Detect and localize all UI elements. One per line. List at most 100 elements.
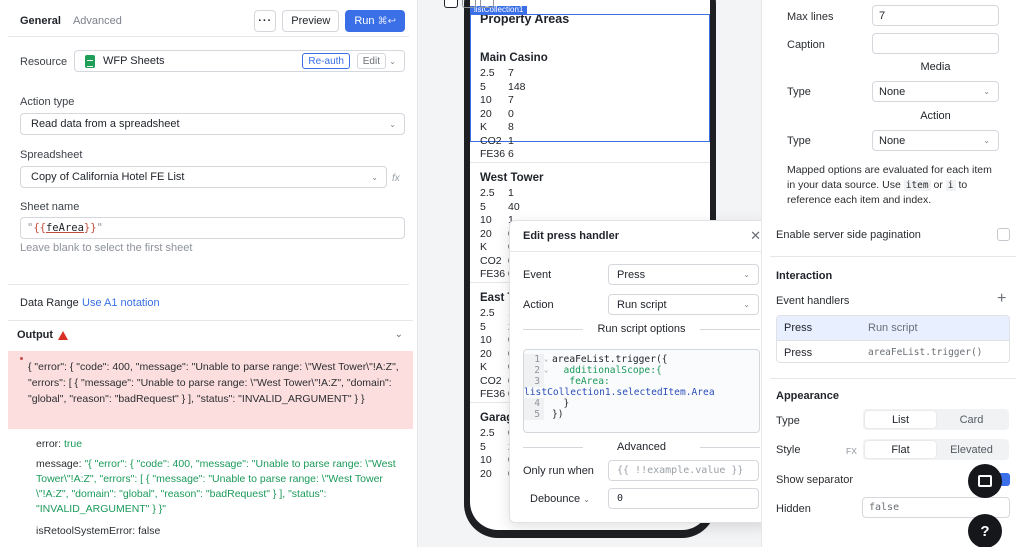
code-line: 4 } <box>524 398 759 409</box>
media-type-select[interactable]: None ⌄ <box>872 81 999 102</box>
tab-general[interactable]: General <box>20 15 61 27</box>
tablet-icon[interactable] <box>462 0 476 8</box>
show-separator-label: Show separator <box>776 474 854 486</box>
output-key: isRetoolSystemError: <box>36 525 136 537</box>
code-line: listCollection1.selectedItem.Area <box>524 387 715 398</box>
action-type-value: None <box>879 134 906 147</box>
output-row-message: message: "{ "error": { "code": 400, "mes… <box>36 457 406 517</box>
a1-notation-link[interactable]: Use A1 notation <box>82 297 160 309</box>
sheet-name-label: Sheet name <box>20 201 80 213</box>
output-key: message: <box>36 458 82 470</box>
hidden-label: Hidden <box>776 503 811 515</box>
mobile-icon[interactable] <box>444 0 458 8</box>
editor-tabs: General Advanced <box>20 15 122 27</box>
output-value: false <box>138 525 161 537</box>
output-key: error: <box>36 438 62 450</box>
spreadsheet-select[interactable]: Copy of California Hotel FE List ⌄ <box>20 166 387 188</box>
interaction-heading: Interaction <box>776 270 833 282</box>
only-run-input[interactable]: {{ !!example.value }} <box>608 460 759 481</box>
type-card-option[interactable]: Card <box>936 411 1007 428</box>
resource-select[interactable]: WFP Sheets Re-auth Edit ⌄ <box>74 50 405 72</box>
debounce-label[interactable]: Debounce ⌄ <box>530 493 590 505</box>
event-handlers-label: Event handlers <box>776 295 850 307</box>
spreadsheet-value: Copy of California Hotel FE List <box>31 171 185 183</box>
braces-close: }} <box>83 222 97 234</box>
event-handler-row[interactable]: Press areaFeList.trigger() <box>777 340 1009 362</box>
style-flat-option[interactable]: Flat <box>865 441 936 458</box>
event-value: Press <box>617 268 646 281</box>
chevron-down-icon: ⌄ <box>983 136 990 145</box>
edit-press-handler-modal: Edit press handler ✕ Event Press ⌄ Actio… <box>509 220 772 523</box>
appearance-heading: Appearance <box>776 390 839 402</box>
action-type-label: Type <box>787 135 811 147</box>
error-box: { "error": { "code": 400, "message": "Un… <box>8 351 413 429</box>
code-line: 1 ⌄ areaFeList.trigger({ <box>524 354 759 365</box>
bullet-icon <box>20 357 23 360</box>
script-options-heading: Run script options <box>523 323 760 335</box>
code-line: 5}) <box>524 409 759 420</box>
media-type-label: Type <box>787 86 811 98</box>
chevron-down-icon: ⌄ <box>743 300 750 309</box>
action-type-value: Read data from a spreadsheet <box>31 118 180 130</box>
resource-label: Resource <box>20 56 68 68</box>
modal-title: Edit press handler <box>523 230 619 242</box>
event-handler-row[interactable]: Press Run script <box>777 316 1009 340</box>
warning-icon <box>58 330 69 340</box>
fx-icon[interactable]: FX <box>846 446 857 456</box>
code-line: 3 feArea: <box>524 376 759 387</box>
style-elevated-option[interactable]: Elevated <box>936 441 1007 458</box>
action-type-label: Action type <box>20 96 75 108</box>
gift-button[interactable] <box>968 464 1002 498</box>
caption-label: Caption <box>787 39 825 51</box>
list-item[interactable]: Main Casino 2.5 7 5 148 10 7 20 0 K8 CO2 1 FE… <box>480 52 548 162</box>
event-label: Event <box>523 269 552 281</box>
spreadsheet-label: Spreadsheet <box>20 149 83 161</box>
edit-resource-button[interactable]: Edit <box>356 53 386 69</box>
debounce-input[interactable]: 0 <box>608 488 759 509</box>
pagination-checkbox[interactable] <box>997 228 1010 241</box>
run-button[interactable]: Run ⌘↩ <box>345 10 405 32</box>
pagination-label: Enable server side pagination <box>776 229 921 241</box>
add-icon[interactable]: + <box>997 290 1006 308</box>
caption-input[interactable] <box>872 33 999 54</box>
chevron-down-icon: ⌄ <box>389 56 396 66</box>
action-type-select[interactable]: None ⌄ <box>872 130 999 151</box>
run-label: Run <box>354 15 375 27</box>
media-type-value: None <box>879 85 906 98</box>
max-lines-label: Max lines <box>787 11 834 23</box>
list-separator <box>470 162 710 163</box>
code-line: 2 ⌄ additionalScope:{ <box>524 365 759 376</box>
fx-icon[interactable]: fx <box>392 173 400 184</box>
sheet-name-input[interactable]: " {{ feArea }} " <box>20 217 405 239</box>
chevron-down-icon[interactable]: ⌄ <box>395 329 403 340</box>
script-editor[interactable]: 1 ⌄ areaFeList.trigger({ 2 ⌄ additionalScop… <box>523 349 760 433</box>
resource-value: WFP Sheets <box>103 55 165 67</box>
action-type-select[interactable]: Read data from a spreadsheet ⌄ <box>20 113 405 135</box>
preview-button[interactable]: Preview <box>282 10 340 32</box>
help-button[interactable]: ? <box>968 514 1002 547</box>
rotate-icon[interactable] <box>480 0 494 8</box>
chevron-down-icon: ⌄ <box>743 270 750 279</box>
action-heading: Action <box>920 110 951 122</box>
event-select[interactable]: Press ⌄ <box>608 264 759 285</box>
section-divider <box>8 284 409 285</box>
action-value: Run script <box>617 298 667 311</box>
header-divider <box>8 36 409 37</box>
tab-advanced[interactable]: Advanced <box>73 15 122 27</box>
quote-close: " <box>96 222 103 234</box>
reauth-button[interactable]: Re-auth <box>302 53 350 69</box>
type-list-option[interactable]: List <box>865 411 936 428</box>
query-actions: ··· Preview Run ⌘↩ <box>254 10 405 32</box>
close-icon[interactable]: ✕ <box>750 228 761 244</box>
action-label: Action <box>523 299 554 311</box>
list-item-title: West Tower <box>480 172 544 184</box>
chevron-down-icon: ⌄ <box>371 172 378 182</box>
list-item-title: Main Casino <box>480 52 548 64</box>
action-select[interactable]: Run script ⌄ <box>608 294 759 315</box>
chevron-down-icon: ⌄ <box>389 119 396 129</box>
section-divider <box>770 256 1016 257</box>
sheet-var: feArea <box>45 222 84 234</box>
max-lines-input[interactable]: 7 <box>872 5 999 26</box>
more-options-button[interactable]: ··· <box>254 10 277 32</box>
output-row-system-error: isRetoolSystemError: false <box>36 524 160 539</box>
